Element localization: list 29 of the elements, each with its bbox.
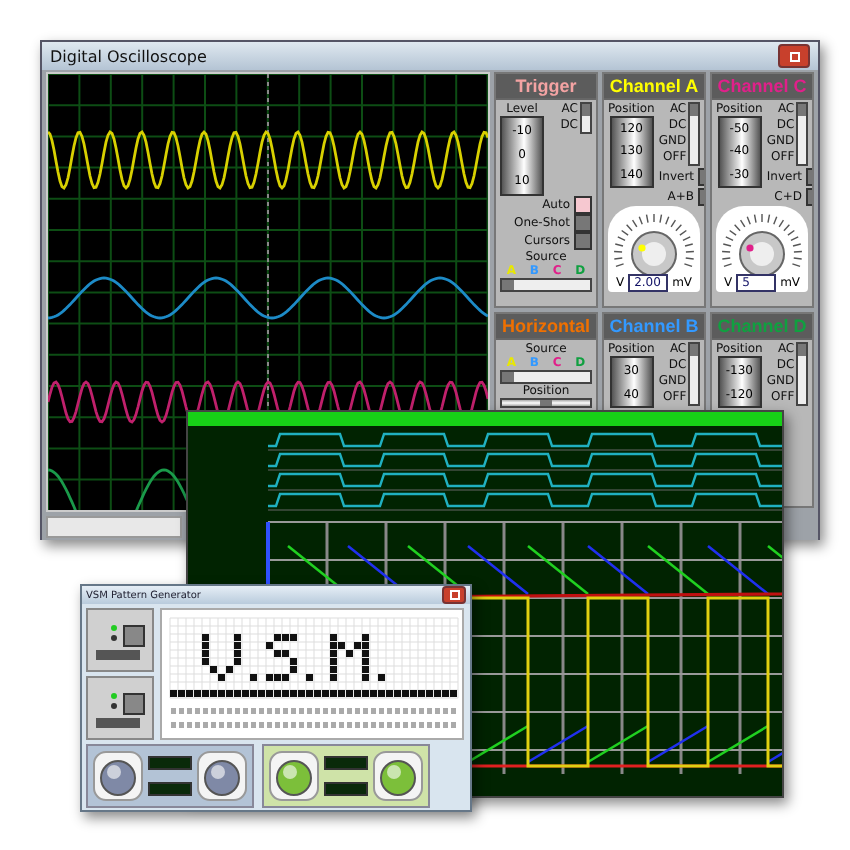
panel-heading: Channel D	[712, 314, 812, 340]
rotary-knob	[196, 750, 248, 802]
window-title: Digital Oscilloscope	[50, 47, 207, 65]
display-field	[148, 756, 192, 770]
display-field	[148, 782, 192, 796]
rotary-knob	[268, 750, 320, 802]
panel-heading: Trigger	[496, 74, 596, 100]
mode-switch[interactable]	[688, 102, 701, 166]
close-button[interactable]	[442, 586, 466, 604]
toggle-button[interactable]	[574, 196, 592, 214]
scroll-bar[interactable]	[46, 516, 182, 538]
panel-heading: Channel A	[604, 74, 704, 100]
mode-switch[interactable]	[796, 342, 809, 406]
display-field	[324, 782, 368, 796]
panel-heading: Channel B	[604, 314, 704, 340]
panel-heading: Channel C	[712, 74, 812, 100]
source-slider[interactable]	[500, 278, 592, 292]
toggle-button[interactable]	[574, 232, 592, 250]
mode-switch[interactable]	[796, 102, 809, 166]
close-button[interactable]	[778, 44, 810, 68]
position-slider[interactable]	[500, 398, 592, 408]
rotary-knob	[372, 750, 424, 802]
toggle-button[interactable]	[574, 214, 592, 232]
source-slider[interactable]	[500, 370, 592, 384]
mode-switch[interactable]	[688, 342, 701, 406]
panel-heading: Horizontal	[496, 314, 596, 340]
mode-switch[interactable]	[580, 102, 592, 134]
rotary-knob	[92, 750, 144, 802]
display-field	[324, 756, 368, 770]
